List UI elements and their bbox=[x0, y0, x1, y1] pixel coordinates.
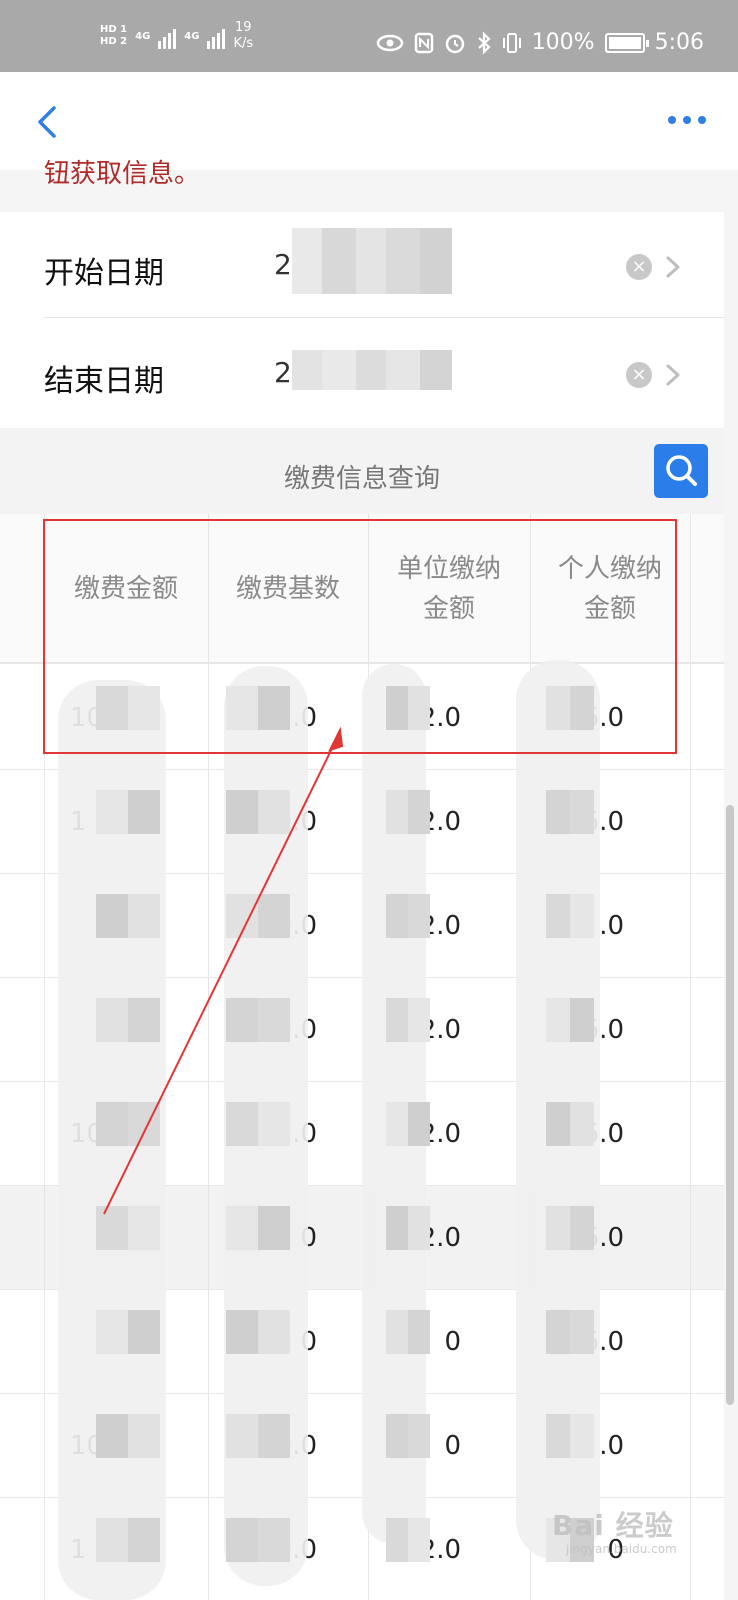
watermark-sub: jingyan.baidu.com bbox=[566, 1542, 677, 1556]
annotation-arrow bbox=[103, 726, 344, 1215]
watermark: Bai 经验 jingyan.baidu.com bbox=[552, 1500, 692, 1560]
watermark-text: Bai 经验 bbox=[552, 1509, 674, 1542]
